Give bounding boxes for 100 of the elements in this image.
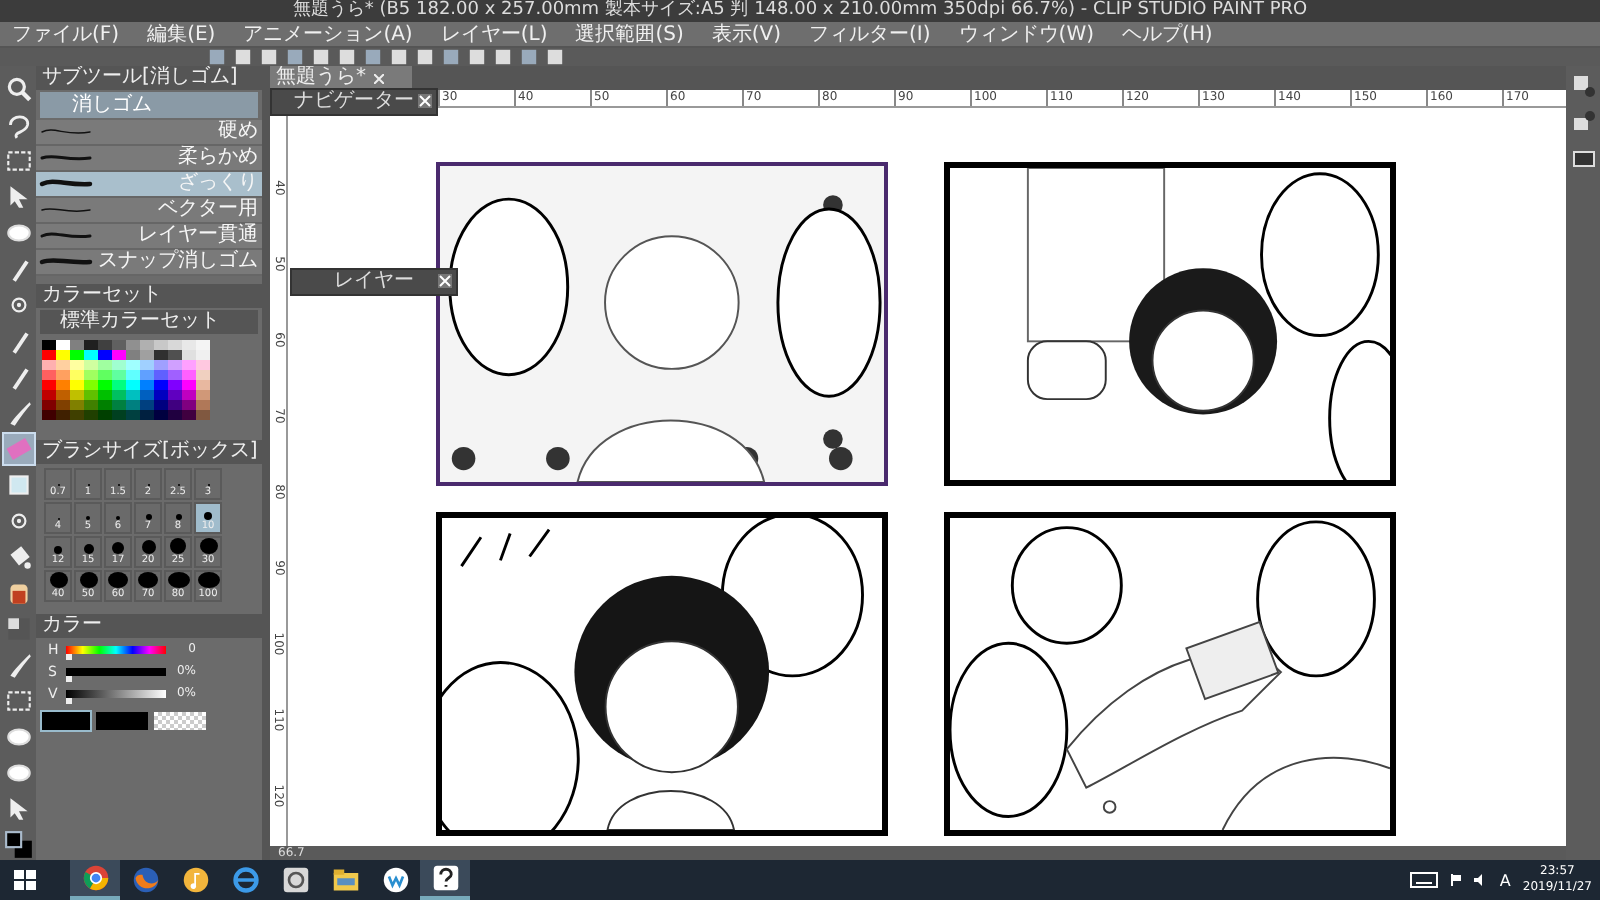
color-swatch[interactable] [182, 410, 196, 420]
color-swatch[interactable] [126, 390, 140, 400]
color-swatch[interactable] [154, 400, 168, 410]
color-swatch[interactable] [126, 350, 140, 360]
color-swatch[interactable] [70, 360, 84, 370]
color-swatch[interactable] [168, 380, 182, 390]
menu-item[interactable]: フィルター(I) [809, 21, 931, 47]
color-swatch[interactable] [112, 370, 126, 380]
menu-item[interactable]: 表示(V) [711, 21, 782, 47]
color-swatch[interactable] [168, 340, 182, 350]
color-swatch[interactable] [42, 370, 56, 380]
sub-tool-item[interactable]: スナップ消しゴム [36, 250, 262, 276]
color-swatch[interactable] [126, 380, 140, 390]
taskbar-app-icon[interactable] [70, 860, 120, 900]
tool-icon[interactable] [3, 470, 33, 500]
color-swatch[interactable] [98, 410, 112, 420]
color-swatch[interactable] [70, 380, 84, 390]
color-swatch[interactable] [168, 370, 182, 380]
tool-icon[interactable] [3, 146, 33, 176]
color-swatch[interactable] [140, 400, 154, 410]
color-swatch[interactable] [140, 390, 154, 400]
color-swatch[interactable] [84, 400, 98, 410]
color-swatch[interactable] [42, 390, 56, 400]
color-swatch[interactable] [56, 370, 70, 380]
color-swatch[interactable] [140, 370, 154, 380]
color-swatch[interactable] [154, 370, 168, 380]
transparent-swatch[interactable] [154, 712, 206, 730]
color-swatch[interactable] [112, 360, 126, 370]
ime-indicator[interactable]: A [1499, 871, 1511, 889]
tool-icon[interactable] [3, 686, 33, 716]
color-swatch[interactable] [182, 400, 196, 410]
menu-item[interactable]: 編集(E) [147, 21, 216, 47]
layer-settings-icon[interactable] [1571, 74, 1595, 98]
sub-color-swatch[interactable] [96, 712, 148, 730]
color-swatch[interactable] [56, 350, 70, 360]
color-swatch[interactable] [98, 360, 112, 370]
color-swatch[interactable] [84, 360, 98, 370]
color-swatch[interactable] [182, 340, 196, 350]
color-swatch[interactable] [182, 360, 196, 370]
keyboard-icon[interactable] [1409, 872, 1438, 888]
color-swatch[interactable] [140, 340, 154, 350]
color-swatch[interactable] [182, 380, 196, 390]
color-swatch[interactable] [84, 340, 98, 350]
color-swatch[interactable] [42, 360, 56, 370]
color-swatch[interactable] [140, 350, 154, 360]
flag-icon[interactable] [1449, 874, 1462, 886]
color-swatch[interactable] [42, 350, 56, 360]
color-swatch[interactable] [70, 350, 84, 360]
navigator-title-bar[interactable]: ナビゲーター [270, 88, 438, 116]
color-swatch[interactable] [126, 340, 140, 350]
color-swatch[interactable] [84, 350, 98, 360]
slider-thumb[interactable] [66, 697, 72, 703]
color-swatch[interactable] [154, 390, 168, 400]
slider-thumb[interactable] [66, 675, 72, 681]
sub-tool-item[interactable]: レイヤー貫通 [36, 224, 262, 250]
sub-tool-item[interactable]: 硬め [36, 120, 262, 146]
color-swatch[interactable] [196, 390, 210, 400]
color-swatch[interactable] [84, 380, 98, 390]
color-swatch[interactable] [112, 350, 126, 360]
taskbar-app-icon[interactable] [420, 860, 470, 900]
color-swatch[interactable] [70, 410, 84, 420]
tool-icon[interactable] [3, 110, 33, 140]
color-swatch[interactable] [126, 400, 140, 410]
tool-icon[interactable] [3, 614, 33, 644]
color-swatch[interactable] [154, 410, 168, 420]
color-swatch[interactable] [196, 350, 210, 360]
slider-thumb[interactable] [66, 653, 72, 659]
color-swatch[interactable] [98, 370, 112, 380]
color-swatch[interactable] [154, 360, 168, 370]
color-swatch[interactable] [56, 390, 70, 400]
color-swatch[interactable] [84, 370, 98, 380]
color-swatch[interactable] [154, 380, 168, 390]
color-swatch[interactable] [140, 410, 154, 420]
color-swatch[interactable] [140, 380, 154, 390]
color-swatch[interactable] [84, 390, 98, 400]
color-swatch[interactable] [112, 400, 126, 410]
color-swatch[interactable] [56, 340, 70, 350]
close-icon[interactable] [374, 73, 384, 83]
color-swatch[interactable] [168, 400, 182, 410]
color-swatch-icon[interactable] [3, 830, 33, 860]
color-swatch[interactable] [56, 360, 70, 370]
color-swatch[interactable] [98, 350, 112, 360]
color-swatch[interactable] [196, 360, 210, 370]
document-tab[interactable]: 無題うら* [270, 66, 412, 90]
color-swatch[interactable] [182, 390, 196, 400]
color-swatch[interactable] [154, 350, 168, 360]
color-swatch[interactable] [56, 400, 70, 410]
color-swatch[interactable] [126, 410, 140, 420]
color-swatch[interactable] [42, 400, 56, 410]
tool-group-tab[interactable]: 消しゴム [40, 92, 258, 118]
color-swatch[interactable] [168, 390, 182, 400]
color-swatch[interactable] [196, 340, 210, 350]
menu-item[interactable]: ウィンドウ(W) [958, 21, 1094, 47]
color-swatch[interactable] [168, 410, 182, 420]
menu-item[interactable]: アニメーション(A) [243, 21, 413, 47]
menu-item[interactable]: ファイル(F) [12, 21, 120, 47]
speaker-icon[interactable] [1473, 874, 1488, 886]
color-swatch[interactable] [126, 370, 140, 380]
color-swatch[interactable] [42, 380, 56, 390]
color-swatch[interactable] [168, 360, 182, 370]
